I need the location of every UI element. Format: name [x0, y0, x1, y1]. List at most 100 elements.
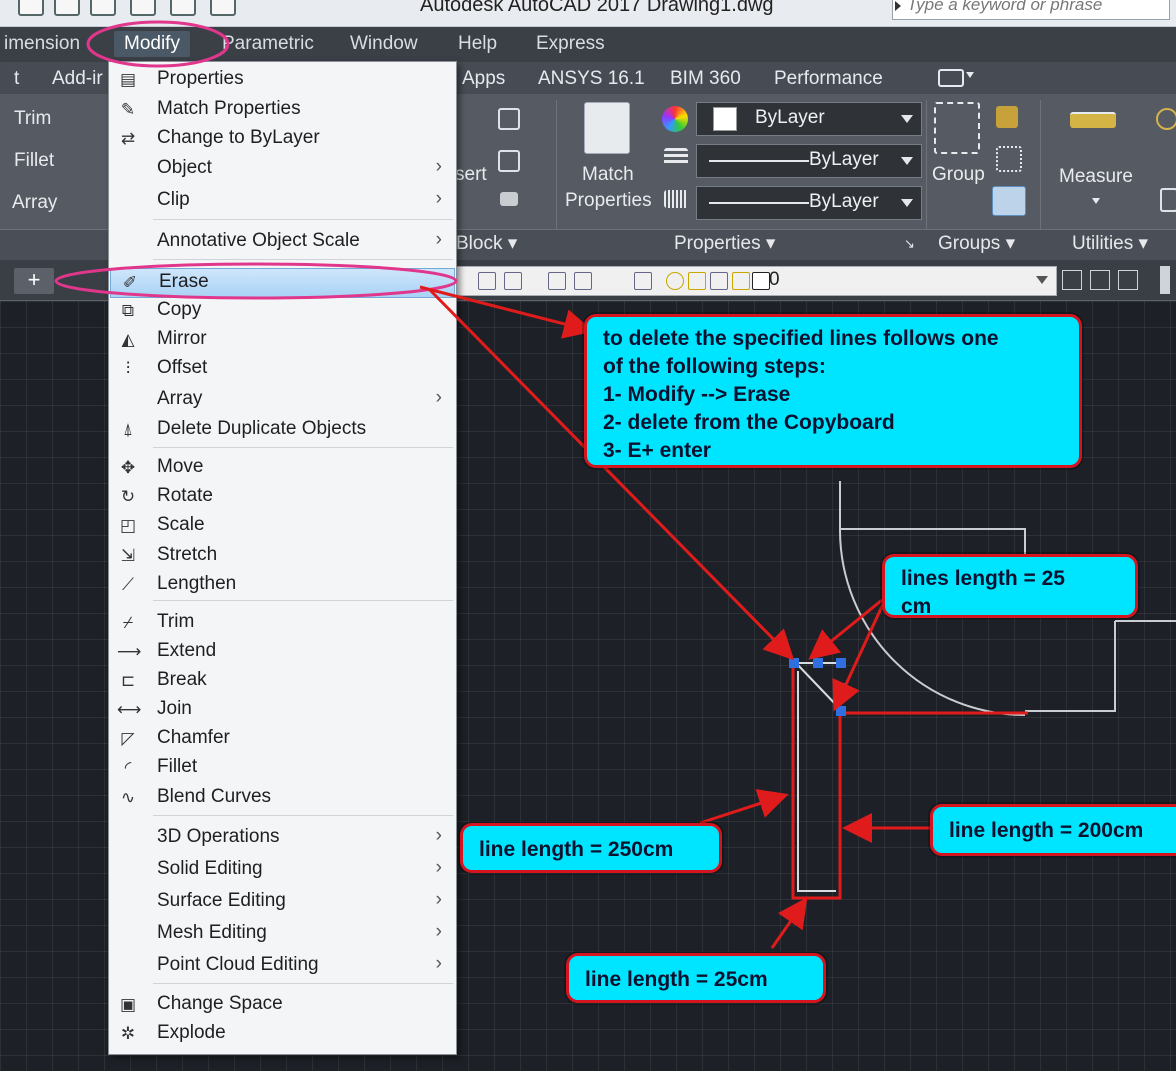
color-dropdown[interactable]: ByLayer	[696, 102, 922, 136]
chevron-down-icon[interactable]	[1036, 276, 1048, 284]
menu-item-change-to-bylayer[interactable]: ⇄ Change to ByLayer	[109, 125, 456, 153]
menu-item-3d-operations[interactable]: 3D Operations ›	[109, 824, 456, 852]
menu-item-lengthen[interactable]: ⟋ Lengthen	[109, 571, 456, 599]
match-layer-icon[interactable]	[1090, 270, 1110, 290]
app-menu-icon[interactable]	[18, 0, 44, 16]
layer-properties-icon[interactable]	[634, 272, 652, 290]
panel-launcher-icon[interactable]: ↘	[904, 236, 915, 252]
redo-icon[interactable]	[210, 0, 236, 16]
bulb-icon[interactable]	[666, 272, 684, 290]
menu-item-surface-editing[interactable]: Surface Editing ›	[109, 888, 456, 916]
menu-item-explode[interactable]: ✲ Explode	[109, 1020, 456, 1048]
tab-ansys[interactable]: ANSYS 16.1	[538, 68, 645, 90]
block-create-icon[interactable]	[498, 108, 520, 130]
zoom-window-icon[interactable]	[548, 272, 566, 290]
ungroup-icon[interactable]	[996, 146, 1022, 172]
new-drawing-tab-button[interactable]: +	[14, 268, 54, 294]
calculator-icon[interactable]	[1160, 188, 1176, 212]
menu-parametric[interactable]: Parametric	[222, 33, 314, 55]
menu-item-erase[interactable]: ✐ Erase	[110, 268, 455, 298]
chevron-down-icon[interactable]	[1092, 198, 1100, 204]
menu-item-scale[interactable]: ◰ Scale	[109, 512, 456, 540]
menu-dimension[interactable]: imension	[4, 33, 80, 55]
tab-addins[interactable]: Add-ir	[52, 68, 103, 90]
menu-item-delete-duplicate-objects[interactable]: ⍋ Delete Duplicate Objects	[109, 416, 456, 444]
point-icon[interactable]	[1156, 108, 1176, 130]
menu-item-blend-curves[interactable]: ∿ Blend Curves	[109, 784, 456, 812]
lock-icon[interactable]	[732, 272, 750, 290]
menu-item-extend[interactable]: ⟶ Extend	[109, 638, 456, 666]
group-label[interactable]: Group	[932, 164, 985, 186]
color-wheel-icon[interactable]	[662, 106, 688, 132]
lineweight-dropdown[interactable]: ByLayer	[696, 186, 922, 220]
group-edit-icon[interactable]	[996, 106, 1018, 128]
layer-control[interactable]: 0	[455, 266, 1057, 296]
fillet-tool[interactable]: Fillet	[14, 150, 54, 172]
menu-item-offset[interactable]: ⫶ Offset	[109, 355, 456, 383]
open-icon[interactable]	[90, 0, 116, 16]
panel-groups[interactable]: Groups ▾	[938, 232, 1015, 255]
menu-window[interactable]: Window	[350, 33, 418, 55]
menu-item-chamfer[interactable]: ◸ Chamfer	[109, 725, 456, 753]
zoom-extents-icon[interactable]	[574, 272, 592, 290]
menu-item-change-space[interactable]: ▣ Change Space	[109, 991, 456, 1019]
menu-item-object[interactable]: Object ›	[109, 155, 456, 183]
undo-icon[interactable]	[170, 0, 196, 16]
group-selection-icon[interactable]	[992, 186, 1026, 216]
array-tool[interactable]: Array	[12, 192, 57, 214]
linetype-dropdown[interactable]: ByLayer	[696, 144, 922, 178]
insert-tool[interactable]: sert	[455, 164, 487, 186]
tab-performance[interactable]: Performance	[774, 68, 883, 90]
block-edit-icon[interactable]	[498, 150, 520, 172]
search-input[interactable]: Type a keyword or phrase	[892, 0, 1170, 20]
measure-icon[interactable]	[1070, 112, 1116, 128]
tab-apps[interactable]: Apps	[462, 68, 505, 90]
zoom-out-icon[interactable]	[504, 272, 522, 290]
match-properties-icon[interactable]	[584, 102, 630, 154]
trim-tool[interactable]: Trim	[14, 108, 51, 130]
menu-item-move[interactable]: ✥ Move	[109, 454, 456, 482]
tab-bim360[interactable]: BIM 360	[670, 68, 741, 90]
layer-previous-icon[interactable]	[1118, 270, 1138, 290]
new-icon[interactable]	[54, 0, 80, 16]
menu-item-array[interactable]: Array ›	[109, 386, 456, 414]
measure-label[interactable]: Measure	[1059, 166, 1133, 188]
menu-item-clip[interactable]: Clip ›	[109, 187, 456, 215]
panel-utilities[interactable]: Utilities ▾	[1072, 232, 1148, 255]
menu-item-trim[interactable]: ⌿ Trim	[109, 609, 456, 637]
panel-properties[interactable]: Properties ▾	[674, 232, 775, 255]
menu-item-fillet[interactable]: ◜ Fillet	[109, 754, 456, 782]
menu-item-mesh-editing[interactable]: Mesh Editing ›	[109, 920, 456, 948]
menu-item-stretch[interactable]: ⇲ Stretch	[109, 542, 456, 570]
toolbar-scroll-handle[interactable]	[1160, 266, 1170, 294]
group-icon[interactable]	[934, 102, 980, 154]
menu-express[interactable]: Express	[536, 33, 605, 55]
chevron-down-icon[interactable]	[966, 72, 974, 78]
sun-icon[interactable]	[688, 272, 706, 290]
make-current-icon[interactable]	[1062, 270, 1082, 290]
lineweight-icon[interactable]	[664, 148, 688, 166]
viewport-freeze-icon[interactable]	[710, 272, 728, 290]
properties-label[interactable]: Properties	[565, 190, 652, 212]
block-attribute-icon[interactable]	[500, 192, 518, 206]
menu-item-copy[interactable]: ⧉ Copy	[109, 297, 456, 325]
search-expand-icon[interactable]	[895, 1, 901, 11]
panel-block[interactable]: Block ▾	[456, 232, 517, 255]
menu-item-mirror[interactable]: ◭ Mirror	[109, 326, 456, 354]
match-label[interactable]: Match	[582, 164, 634, 186]
menu-modify[interactable]: Modify	[114, 31, 190, 57]
menu-item-join[interactable]: ⟷ Join	[109, 696, 456, 724]
menu-item-properties[interactable]: ▤ Properties	[109, 66, 456, 94]
zoom-in-icon[interactable]	[478, 272, 496, 290]
menu-help[interactable]: Help	[458, 33, 497, 55]
menu-item-solid-editing[interactable]: Solid Editing ›	[109, 856, 456, 884]
menu-item-point-cloud-editing[interactable]: Point Cloud Editing ›	[109, 952, 456, 980]
menu-item-break[interactable]: ⊏ Break	[109, 667, 456, 695]
menu-item-annotative-object-scale[interactable]: Annotative Object Scale ›	[109, 228, 456, 256]
tab-partial[interactable]: t	[14, 68, 19, 90]
save-icon[interactable]	[130, 0, 156, 16]
menu-item-match-properties[interactable]: ✎ Match Properties	[109, 96, 456, 124]
ribbon-toggle-icon[interactable]	[938, 69, 964, 87]
linetype-icon[interactable]	[664, 190, 688, 208]
menu-item-rotate[interactable]: ↻ Rotate	[109, 483, 456, 511]
